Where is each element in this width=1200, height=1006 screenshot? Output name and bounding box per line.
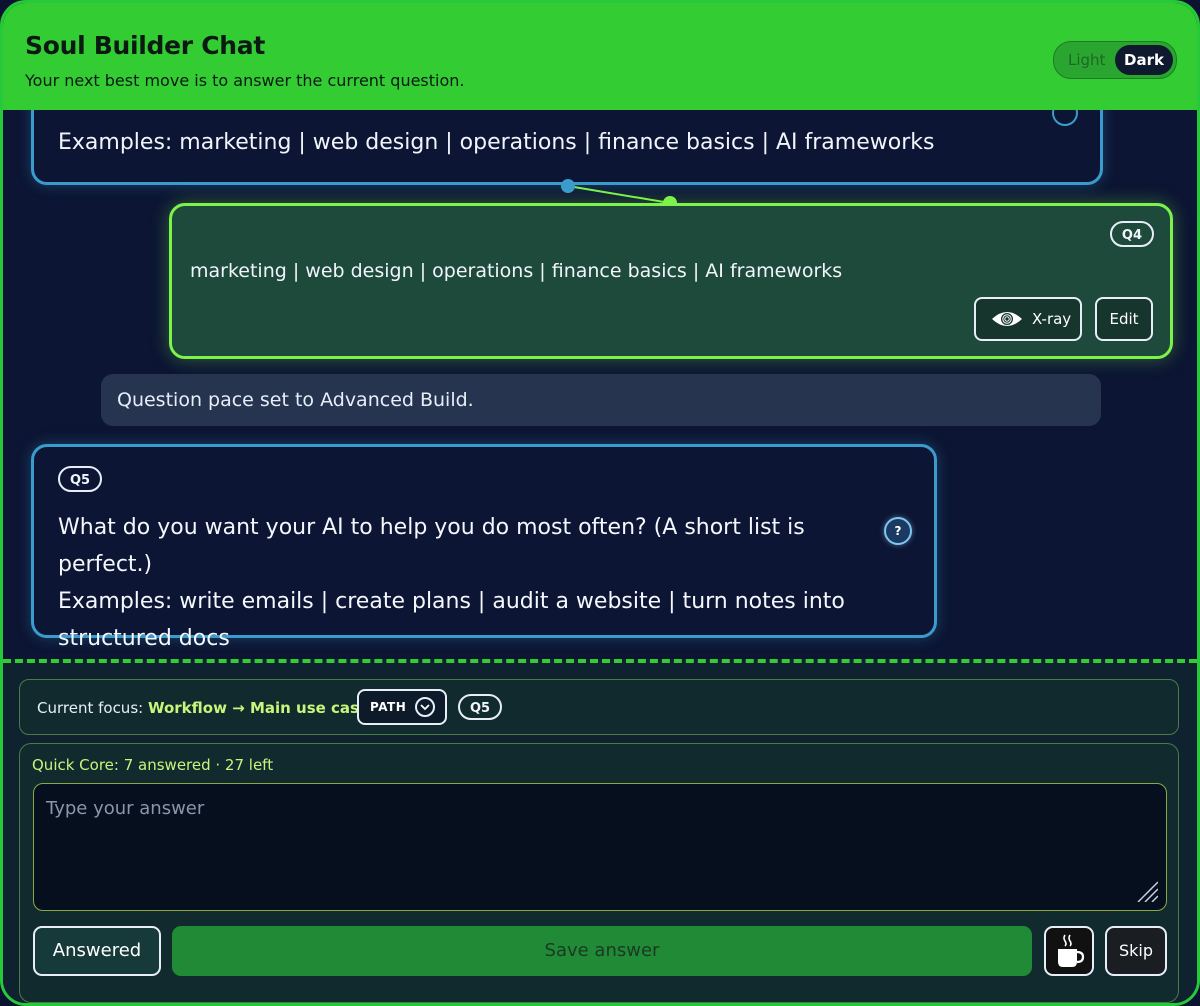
answer-panel: Quick Core: 7 answered · 27 left Answere… (19, 743, 1179, 1003)
question-number-badge: Q4 (1109, 221, 1154, 247)
save-answer-button[interactable]: Save answer (172, 926, 1032, 976)
answer-input[interactable] (33, 783, 1167, 911)
app-title: Soul Builder Chat (25, 31, 265, 60)
question-text: What do you want your AI to help you do … (58, 509, 858, 657)
app-window: Examples: marketing | web design | opera… (0, 0, 1200, 1006)
theme-toggle[interactable]: Light Dark (1053, 41, 1177, 79)
question-number-badge: Q5 (58, 466, 103, 492)
current-focus-label: Current focus: Workflow → Main use cases (37, 699, 378, 717)
xray-label: X-ray (1032, 310, 1072, 328)
current-focus-bar: Current focus: Workflow → Main use cases… (19, 679, 1179, 735)
xray-button[interactable]: X-ray (974, 297, 1082, 341)
help-button[interactable]: ? (884, 517, 912, 545)
composer-panel: Current focus: Workflow → Main use cases… (3, 659, 1197, 1003)
skip-button[interactable]: Skip (1105, 926, 1167, 976)
break-button[interactable] (1044, 926, 1094, 976)
focus-prefix: Current focus: (37, 699, 148, 717)
focus-value: Workflow → Main use cases (147, 699, 379, 717)
answer-card: Q4 marketing | web design | operations |… (169, 203, 1173, 359)
answer-text: marketing | web design | operations | fi… (190, 260, 843, 282)
path-label: PATH (370, 700, 407, 714)
system-message: Question pace set to Advanced Build. (101, 374, 1101, 426)
question-number-badge: Q5 (458, 694, 503, 720)
progress-text: Quick Core: 7 answered · 27 left (32, 756, 274, 774)
eye-icon (992, 312, 1022, 326)
chevron-down-icon (415, 697, 435, 717)
edit-button[interactable]: Edit (1095, 297, 1153, 341)
question-examples: Examples: write emails | create plans | … (58, 589, 845, 651)
path-dropdown[interactable]: PATH (357, 689, 447, 725)
question-card-current: Q5 What do you want your AI to help you … (31, 444, 937, 651)
theme-dark-option[interactable]: Dark (1115, 45, 1173, 75)
question-prompt: What do you want your AI to help you do … (58, 515, 805, 577)
coffee-cup-icon (1058, 934, 1085, 967)
header: Soul Builder Chat Your next best move is… (3, 3, 1197, 110)
answered-button[interactable]: Answered (33, 926, 161, 976)
app-subtitle: Your next best move is to answer the cur… (25, 71, 465, 90)
theme-light-option[interactable]: Light (1068, 51, 1105, 69)
resize-grip-icon[interactable] (1136, 880, 1158, 902)
